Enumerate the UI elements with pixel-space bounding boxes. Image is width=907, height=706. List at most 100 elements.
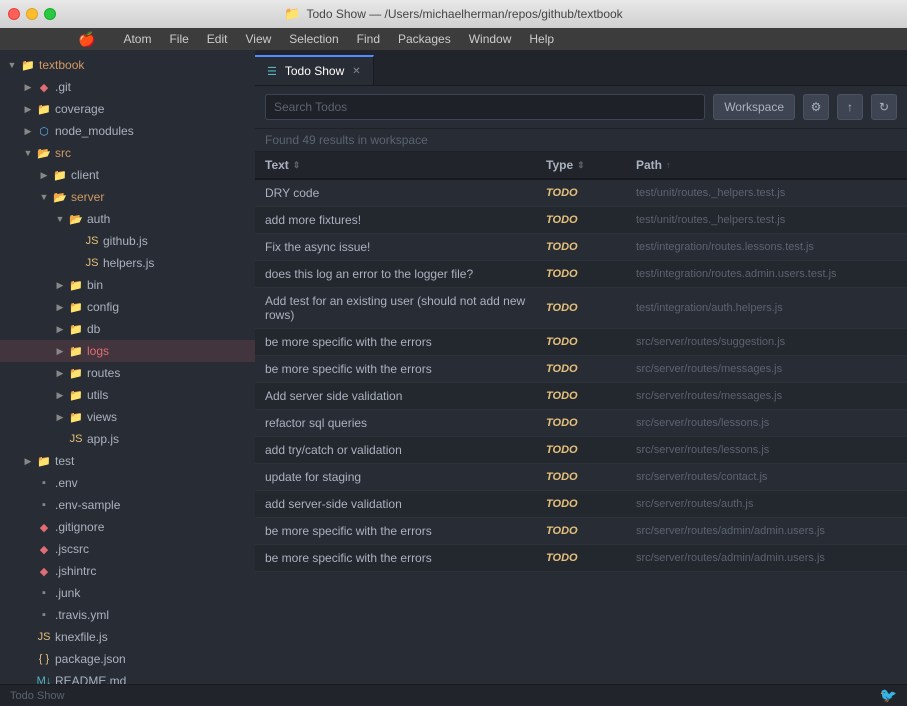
table-row[interactable]: add more fixtures! TODO test/unit/routes…: [255, 207, 907, 234]
menu-atom[interactable]: Atom: [115, 30, 159, 48]
sort-icon-path: ↑: [666, 160, 671, 170]
folder-icon: 📁: [68, 411, 84, 424]
menu-view[interactable]: View: [237, 30, 279, 48]
gear-button[interactable]: ⚙: [803, 94, 829, 120]
menu-window[interactable]: Window: [461, 30, 520, 48]
table-row[interactable]: Fix the async issue! TODO test/integrati…: [255, 234, 907, 261]
menu-edit[interactable]: Edit: [199, 30, 236, 48]
table-row[interactable]: be more specific with the errors TODO sr…: [255, 356, 907, 383]
search-input[interactable]: [265, 94, 705, 120]
sidebar-item-views[interactable]: ▶ 📁 views: [0, 406, 255, 428]
th-text[interactable]: Text ⇕: [255, 152, 536, 178]
sidebar-item-utils[interactable]: ▶ 📁 utils: [0, 384, 255, 406]
tree-arrow: ▶: [52, 280, 68, 291]
table-row[interactable]: DRY code TODO test/unit/routes._helpers.…: [255, 180, 907, 207]
sidebar-item-git[interactable]: ▶ ◆ .git: [0, 76, 255, 98]
sidebar-item-node-modules[interactable]: ▶ ⬡ node_modules: [0, 120, 255, 142]
folder-icon: 📁: [68, 323, 84, 336]
refresh-button[interactable]: ↻: [871, 94, 897, 120]
table-row[interactable]: be more specific with the errors TODO sr…: [255, 545, 907, 572]
sidebar-item-travis[interactable]: ▶ ▪ .travis.yml: [0, 604, 255, 626]
tree-arrow: ▶: [52, 368, 68, 379]
tab-todo-show[interactable]: ☰ Todo Show ✕: [255, 55, 374, 85]
cell-type: TODO: [536, 234, 626, 260]
sidebar-label: utils: [87, 388, 108, 402]
status-bar: Todo Show 🐦: [0, 684, 907, 706]
table-row[interactable]: refactor sql queries TODO src/server/rou…: [255, 410, 907, 437]
sidebar-item-github-js[interactable]: ▶ JS github.js: [0, 230, 255, 252]
tree-arrow: ▶: [52, 390, 68, 401]
git-icon: ◆: [36, 521, 52, 534]
status-label: Todo Show: [10, 690, 64, 702]
menu-packages[interactable]: Packages: [390, 30, 459, 48]
sidebar-item-server[interactable]: ▼ 📂 server: [0, 186, 255, 208]
sidebar-label: package.json: [55, 652, 126, 666]
cell-type: TODO: [536, 545, 626, 571]
sidebar-item-knexfile[interactable]: ▶ JS knexfile.js: [0, 626, 255, 648]
sidebar-label: coverage: [55, 102, 104, 116]
sidebar-item-src[interactable]: ▼ 📂 src: [0, 142, 255, 164]
traffic-lights[interactable]: [8, 8, 56, 20]
sidebar-item-helpers-js[interactable]: ▶ JS helpers.js: [0, 252, 255, 274]
todo-table[interactable]: Text ⇕ Type ⇕ Path ↑ DRY code TODO test/…: [255, 152, 907, 684]
sidebar-item-jscsrc[interactable]: ▶ ◆ .jscsrc: [0, 538, 255, 560]
sidebar-item-routes[interactable]: ▶ 📁 routes: [0, 362, 255, 384]
sidebar-item-package-json[interactable]: ▶ { } package.json: [0, 648, 255, 670]
th-path[interactable]: Path ↑: [626, 152, 907, 178]
sidebar-item-db[interactable]: ▶ 📁 db: [0, 318, 255, 340]
minimize-button[interactable]: [26, 8, 38, 20]
sidebar-item-app-js[interactable]: ▶ JS app.js: [0, 428, 255, 450]
sidebar-item-junk[interactable]: ▶ ▪ .junk: [0, 582, 255, 604]
workspace-button[interactable]: Workspace: [713, 94, 795, 120]
sidebar-item-logs[interactable]: ▶ 📁 logs: [0, 340, 255, 362]
table-row[interactable]: add server-side validation TODO src/serv…: [255, 491, 907, 518]
upload-button[interactable]: ↑: [837, 94, 863, 120]
panel-area: ☰ Todo Show ✕ Workspace ⚙ ↑ ↻: [255, 50, 907, 684]
sidebar-item-coverage[interactable]: ▶ 📁 coverage: [0, 98, 255, 120]
sidebar-item-readme[interactable]: ▶ M↓ README.md: [0, 670, 255, 684]
sidebar-item-jshintrc[interactable]: ▶ ◆ .jshintrc: [0, 560, 255, 582]
table-row[interactable]: Add test for an existing user (should no…: [255, 288, 907, 329]
table-row[interactable]: add try/catch or validation TODO src/ser…: [255, 437, 907, 464]
table-row[interactable]: update for staging TODO src/server/route…: [255, 464, 907, 491]
table-row[interactable]: be more specific with the errors TODO sr…: [255, 329, 907, 356]
js-icon: JS: [68, 433, 84, 445]
cell-text: Add test for an existing user (should no…: [255, 288, 536, 328]
root-label: textbook: [39, 58, 84, 72]
search-bar: Workspace ⚙ ↑ ↻: [255, 86, 907, 129]
sidebar-item-client[interactable]: ▶ 📁 client: [0, 164, 255, 186]
tree-arrow: ▶: [20, 456, 36, 467]
maximize-button[interactable]: [44, 8, 56, 20]
results-text: Found 49 results in workspace: [265, 133, 428, 147]
cell-type: TODO: [536, 180, 626, 206]
apple-menu[interactable]: 🍎: [70, 29, 103, 50]
sidebar-item-bin[interactable]: ▶ 📁 bin: [0, 274, 255, 296]
cell-type: TODO: [536, 329, 626, 355]
menu-find[interactable]: Find: [349, 30, 388, 48]
menu-help[interactable]: Help: [521, 30, 562, 48]
results-info: Found 49 results in workspace: [255, 129, 907, 152]
table-row[interactable]: be more specific with the errors TODO sr…: [255, 518, 907, 545]
sidebar-item-test[interactable]: ▶ 📁 test: [0, 450, 255, 472]
env-icon: ▪: [36, 499, 52, 511]
sidebar-item-config[interactable]: ▶ 📁 config: [0, 296, 255, 318]
js-icon: JS: [36, 631, 52, 643]
sidebar-label: auth: [87, 212, 110, 226]
sidebar-item-auth[interactable]: ▼ 📂 auth: [0, 208, 255, 230]
tree-root[interactable]: ▼ 📁 textbook: [0, 54, 255, 76]
table-row[interactable]: Add server side validation TODO src/serv…: [255, 383, 907, 410]
tree-arrow: ▶: [52, 324, 68, 335]
cell-path: test/integration/routes.admin.users.test…: [626, 261, 907, 287]
sidebar-item-gitignore[interactable]: ▶ ◆ .gitignore: [0, 516, 255, 538]
table-row[interactable]: does this log an error to the logger fil…: [255, 261, 907, 288]
tab-close-button[interactable]: ✕: [352, 66, 360, 77]
tab-label: Todo Show: [285, 64, 344, 78]
table-body: DRY code TODO test/unit/routes._helpers.…: [255, 180, 907, 572]
close-button[interactable]: [8, 8, 20, 20]
tree-arrow: ▼: [36, 192, 52, 202]
sidebar-item-env[interactable]: ▶ ▪ .env: [0, 472, 255, 494]
menu-selection[interactable]: Selection: [281, 30, 346, 48]
sidebar-item-env-sample[interactable]: ▶ ▪ .env-sample: [0, 494, 255, 516]
th-type[interactable]: Type ⇕: [536, 152, 626, 178]
menu-file[interactable]: File: [161, 30, 196, 48]
